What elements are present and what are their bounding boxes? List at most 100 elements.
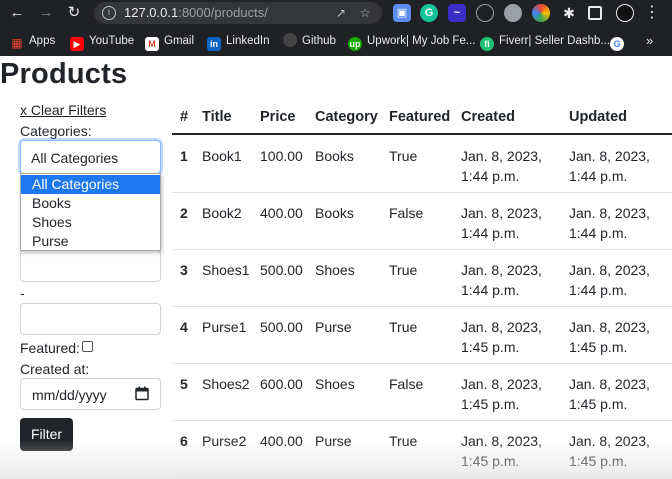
created-date-input[interactable]: mm/dd/yyyy	[20, 378, 161, 410]
cell-title: Book2	[202, 205, 242, 221]
cell-updated-time: 1:45 p.m.	[569, 453, 628, 469]
cell-created-date: Jan. 8, 2023,	[461, 376, 542, 392]
upwork-icon: up	[348, 37, 362, 51]
cell-created: Jan. 8, 2023, 1:45 p.m.	[461, 317, 542, 357]
header-id: #	[180, 109, 189, 125]
back-arrow-icon[interactable]: ←	[6, 2, 28, 24]
bookmark-youtube[interactable]: ▶ YouTube	[70, 33, 134, 51]
header-created: Created	[461, 109, 515, 125]
header-featured: Featured	[389, 109, 451, 125]
page-title: Products	[0, 58, 128, 90]
info-icon[interactable]: i	[102, 6, 116, 20]
cell-created: Jan. 8, 2023, 1:45 p.m.	[461, 431, 542, 471]
date-placeholder: mm/dd/yyyy	[32, 387, 107, 403]
cell-updated-date: Jan. 8, 2023,	[569, 319, 650, 335]
cell-id: 2	[180, 205, 188, 221]
cell-created-date: Jan. 8, 2023,	[461, 148, 542, 164]
cell-price: 400.00	[260, 205, 303, 221]
wave-extension-icon[interactable]: ~	[448, 4, 466, 22]
grammarly-extension-icon[interactable]: G	[420, 4, 438, 22]
cell-title: Shoes1	[202, 262, 250, 278]
cell-created: Jan. 8, 2023, 1:44 p.m.	[461, 203, 542, 243]
category-option-purse[interactable]: Purse	[21, 232, 160, 251]
cell-category: Shoes	[315, 262, 355, 278]
cell-created-time: 1:44 p.m.	[461, 168, 520, 184]
cell-featured: False	[389, 205, 424, 221]
blocker-extension-icon[interactable]	[476, 4, 494, 22]
cell-updated: Jan. 8, 2023, 1:45 p.m.	[569, 431, 650, 471]
apps-grid-icon: ▦	[11, 36, 23, 50]
cell-updated-date: Jan. 8, 2023,	[569, 433, 650, 449]
cell-title: Shoes2	[202, 376, 250, 392]
cell-created-time: 1:44 p.m.	[461, 282, 520, 298]
bookmark-github[interactable]: Github	[283, 33, 336, 49]
featured-checkbox[interactable]	[82, 341, 93, 352]
more-bookmarks-icon[interactable]: »	[646, 33, 653, 49]
google-icon: G	[610, 37, 624, 51]
featured-label: Featured:	[20, 340, 80, 356]
star-icon[interactable]: ☆	[356, 4, 374, 22]
cell-created-date: Jan. 8, 2023,	[461, 205, 542, 221]
cell-updated-date: Jan. 8, 2023,	[569, 376, 650, 392]
extensions-puzzle-icon[interactable]: ✱	[560, 4, 578, 22]
price-max-input[interactable]	[20, 303, 161, 335]
bookmarks-bar: ▦ Apps ▶ YouTube M Gmail in LinkedIn Github …	[0, 28, 672, 54]
range-separator: -	[20, 285, 25, 301]
reload-icon[interactable]: ↻	[63, 2, 85, 24]
browser-chrome: ← → ↻ i 127.0.0.1:8000/products/ ↗ ☆ ▣ G…	[0, 0, 672, 56]
category-dropdown-list: All Categories Books Shoes Purse	[20, 173, 161, 251]
header-divider	[172, 133, 672, 135]
category-option-all[interactable]: All Categories	[21, 175, 160, 194]
cell-category: Books	[315, 205, 354, 221]
cell-created-date: Jan. 8, 2023,	[461, 262, 542, 278]
table-row: 2 Book2 400.00 Books False Jan. 8, 2023, 1:44 …	[172, 193, 672, 250]
category-option-shoes[interactable]: Shoes	[21, 213, 160, 232]
bookmark-linkedin[interactable]: in LinkedIn	[207, 33, 269, 51]
screen-capture-extension-icon[interactable]: ▣	[393, 4, 411, 22]
cell-category: Shoes	[315, 376, 355, 392]
cell-category: Books	[315, 148, 354, 164]
cell-updated-time: 1:44 p.m.	[569, 168, 628, 184]
cell-created: Jan. 8, 2023, 1:45 p.m.	[461, 374, 542, 414]
cell-category: Purse	[315, 319, 352, 335]
bookmark-apps[interactable]: ▦ Apps	[10, 33, 55, 50]
bookmark-gmail[interactable]: M Gmail	[145, 33, 194, 51]
category-select-value: All Categories	[31, 150, 119, 166]
bookmark-google[interactable]: G	[610, 33, 629, 51]
price-min-input[interactable]	[20, 250, 161, 282]
cell-updated-time: 1:45 p.m.	[569, 396, 628, 412]
cell-featured: False	[389, 376, 424, 392]
cell-created-date: Jan. 8, 2023,	[461, 319, 542, 335]
category-option-books[interactable]: Books	[21, 194, 160, 213]
globe-extension-icon[interactable]	[504, 4, 522, 22]
calendar-icon[interactable]	[135, 386, 149, 401]
table-row: 3 Shoes1 500.00 Shoes True Jan. 8, 2023, 1:44 …	[172, 250, 672, 307]
github-icon	[283, 33, 297, 47]
filter-button[interactable]: Filter	[20, 418, 73, 451]
cell-created: Jan. 8, 2023, 1:44 p.m.	[461, 260, 542, 300]
cell-title: Purse1	[202, 319, 247, 335]
cell-price: 600.00	[260, 376, 303, 392]
browser-toolbar: ← → ↻ i 127.0.0.1:8000/products/ ↗ ☆ ▣ G…	[0, 0, 672, 27]
table-row: 4 Purse1 500.00 Purse True Jan. 8, 2023, 1:45 …	[172, 307, 672, 364]
cell-created-time: 1:45 p.m.	[461, 339, 520, 355]
bookmark-fiverr[interactable]: fi Fiverr| Seller Dashb...	[480, 33, 610, 51]
table-row: 6 Purse2 400.00 Purse True Jan. 8, 2023, 1:45 …	[172, 421, 672, 478]
bookmark-upwork[interactable]: up Upwork| My Job Fe...	[348, 33, 475, 51]
cell-id: 4	[180, 319, 188, 335]
category-select[interactable]: All Categories	[20, 140, 161, 178]
cell-featured: True	[389, 433, 418, 449]
side-panel-icon[interactable]	[588, 6, 602, 20]
address-bar[interactable]: i 127.0.0.1:8000/products/ ↗ ☆	[94, 2, 382, 24]
cell-id: 5	[180, 376, 188, 392]
kebab-menu-icon[interactable]: ⋮	[641, 2, 663, 24]
header-updated: Updated	[569, 109, 627, 125]
url-text[interactable]: 127.0.0.1:8000/products/	[124, 5, 268, 20]
profile-avatar-icon[interactable]	[616, 4, 634, 22]
header-title: Title	[202, 109, 232, 125]
color-picker-extension-icon[interactable]	[532, 4, 550, 22]
forward-arrow-icon[interactable]: →	[35, 2, 57, 24]
clear-filters-link[interactable]: x Clear Filters	[20, 102, 106, 118]
share-icon[interactable]: ↗	[332, 4, 350, 22]
cell-updated-time: 1:44 p.m.	[569, 225, 628, 241]
